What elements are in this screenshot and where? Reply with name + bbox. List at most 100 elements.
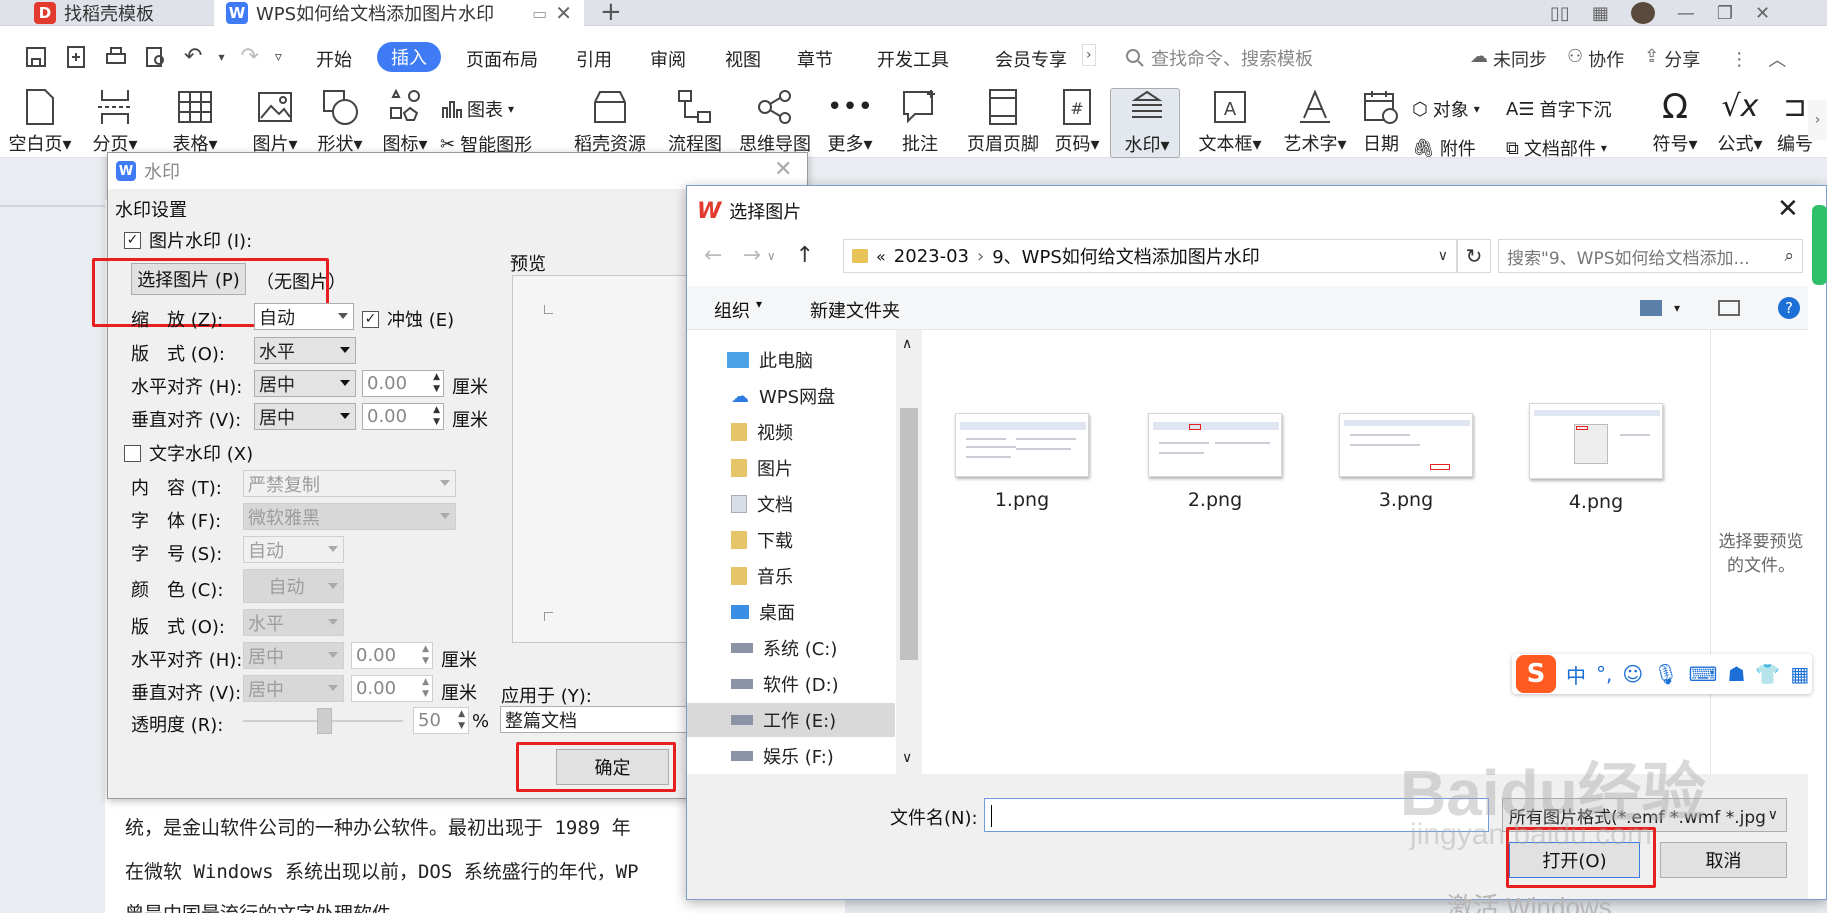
text-vertical-offset-spinner[interactable]: 0.00 ▲ ▼ — [351, 675, 433, 702]
nav-desktop[interactable]: 桌面 — [687, 595, 895, 629]
ribbon-shape[interactable]: 形状▾ — [305, 88, 375, 156]
address-bar[interactable]: « 2023-03 › 9、WPS如何给文档添加图片水印 ∨ — [843, 239, 1457, 273]
users-icon[interactable]: ☗ — [1727, 662, 1745, 686]
picture-watermark-checkbox[interactable]: ✓ 图片水印 (I): — [124, 227, 252, 253]
nav-music[interactable]: 音乐 — [687, 559, 895, 593]
scroll-up-icon[interactable]: ∧ — [902, 336, 912, 352]
apply-to-select[interactable]: 整篇文档 — [500, 706, 687, 733]
menu-view[interactable]: 视图 — [725, 46, 761, 72]
horizontal-offset-spinner[interactable]: 0.00 ▲ ▼ — [362, 370, 444, 397]
new-tab-button[interactable]: + — [600, 0, 622, 27]
text-layout-select[interactable]: 水平 — [243, 609, 344, 636]
ime-punctuation[interactable]: °, — [1596, 662, 1612, 686]
ribbon-page-break[interactable]: 分页▾ — [80, 88, 150, 156]
text-vertical-align-select[interactable]: 居中 — [243, 675, 344, 702]
ime-language[interactable]: 中 — [1566, 660, 1586, 689]
nav-drive-f[interactable]: 娱乐 (F:) — [687, 739, 895, 773]
forward-arrow-icon[interactable]: → — [742, 243, 760, 268]
spinner-arrows-icon[interactable]: ▲ ▼ — [422, 643, 429, 667]
layout-icon[interactable]: ▯▯ — [1550, 3, 1570, 24]
help-icon[interactable]: ? — [1778, 297, 1801, 319]
nav-videos[interactable]: 视频 — [687, 415, 895, 449]
menu-chapter[interactable]: 章节 — [797, 46, 833, 72]
horizontal-align-select[interactable]: 居中 — [254, 370, 356, 397]
spinner-arrows-icon[interactable]: ▲ ▼ — [433, 371, 440, 395]
menu-page-layout[interactable]: 页面布局 — [466, 46, 538, 72]
content-select[interactable]: 严禁复制 — [243, 470, 456, 497]
menu-start[interactable]: 开始 — [316, 46, 352, 72]
up-arrow-icon[interactable]: ↑ — [796, 243, 814, 268]
undo-icon[interactable]: ↶ — [184, 44, 202, 69]
nav-this-pc[interactable]: 此电脑 — [687, 343, 895, 377]
ribbon-table[interactable]: 表格▾ — [160, 88, 230, 156]
print-preview-icon[interactable] — [144, 45, 168, 69]
customize-toolbar-icon[interactable]: ▿ — [275, 49, 282, 65]
menu-more-icon[interactable]: › — [1082, 44, 1096, 66]
ribbon-mindmap[interactable]: 思维导图 — [735, 88, 815, 158]
nav-documents[interactable]: 文档 — [687, 487, 895, 521]
color-select[interactable]: 自动 — [243, 569, 344, 603]
command-search[interactable]: 查找命令、搜索模板 — [1125, 45, 1313, 71]
vertical-offset-spinner[interactable]: 0.00 ▲ ▼ — [362, 403, 444, 430]
spinner-arrows-icon[interactable]: ▲ ▼ — [433, 404, 440, 428]
scroll-down-icon[interactable]: ∨ — [902, 750, 912, 766]
file-item-1[interactable]: 1.png — [955, 413, 1089, 511]
nav-scrollbar[interactable]: ∧ ∨ — [896, 330, 922, 774]
collab-button[interactable]: ⚇ 协作 — [1567, 46, 1624, 72]
ribbon-page-number[interactable]: # 页码▾ — [1042, 88, 1112, 156]
tab-current-document[interactable]: W WPS如何给文档添加图片水印 ▭ ✕ — [214, 0, 584, 26]
collapse-ribbon-icon[interactable]: ︿ — [1768, 46, 1786, 72]
nav-drive-c[interactable]: 系统 (C:) — [687, 631, 895, 665]
breadcrumb-2023-03[interactable]: 2023-03 — [894, 246, 969, 267]
undo-dropdown-icon[interactable]: ▾ — [218, 50, 224, 64]
recent-dropdown-icon[interactable]: ∨ — [767, 249, 776, 263]
ribbon-chart[interactable]: 图表 ▾ — [440, 96, 514, 122]
cancel-button[interactable]: 取消 — [1660, 842, 1787, 878]
organize-button[interactable]: 组织 ▾ — [714, 297, 762, 323]
vertical-align-select[interactable]: 居中 — [254, 403, 356, 430]
menu-references[interactable]: 引用 — [576, 46, 612, 72]
close-window-icon[interactable]: ✕ — [1755, 3, 1770, 24]
maximize-icon[interactable]: ❐ — [1717, 3, 1733, 24]
back-arrow-icon[interactable]: ← — [704, 243, 722, 268]
menu-review[interactable]: 审阅 — [650, 46, 686, 72]
output-pdf-icon[interactable] — [64, 45, 88, 69]
new-folder-button[interactable]: 新建文件夹 — [810, 297, 900, 323]
print-icon[interactable] — [104, 45, 128, 69]
skin-icon[interactable]: 👕 — [1755, 662, 1780, 686]
preview-pane-icon[interactable] — [1718, 300, 1741, 316]
spinner-arrows-icon[interactable]: ▲ ▼ — [458, 708, 465, 732]
spinner-arrows-icon[interactable]: ▲ ▼ — [422, 676, 429, 700]
ribbon-icons[interactable]: 图标▾ — [370, 88, 440, 156]
opacity-spinner[interactable]: 50 ▲ ▼ — [413, 707, 469, 734]
redo-icon[interactable]: ↷ — [240, 44, 258, 69]
size-select[interactable]: 自动 — [243, 536, 344, 563]
menu-developer[interactable]: 开发工具 — [877, 46, 949, 72]
avatar[interactable] — [1630, 2, 1655, 24]
dialog-close-icon[interactable]: ✕ — [774, 157, 792, 182]
opacity-slider-thumb[interactable] — [317, 708, 332, 734]
ribbon-flowchart[interactable]: 流程图 — [660, 88, 730, 158]
file-item-4[interactable]: 4.png — [1529, 403, 1663, 513]
nav-scrollbar-thumb[interactable] — [900, 408, 918, 660]
ribbon-header-footer[interactable]: 页眉页脚 — [963, 88, 1043, 156]
text-horizontal-align-select[interactable]: 居中 — [243, 642, 344, 669]
tab-docer-templates[interactable]: D 找稻壳模板 — [22, 0, 212, 26]
address-dropdown-icon[interactable]: ∨ — [1438, 248, 1448, 264]
view-dropdown-icon[interactable]: ▾ — [1674, 301, 1680, 315]
text-horizontal-offset-spinner[interactable]: 0.00 ▲ ▼ — [351, 642, 433, 669]
ribbon-comment[interactable]: 批注 — [885, 88, 955, 156]
sync-button[interactable]: ☁ 未同步 — [1470, 46, 1547, 72]
tab-close-icon[interactable]: ✕ — [555, 1, 572, 25]
nav-drive-e[interactable]: 工作 (E:) — [687, 703, 895, 737]
emoji-icon[interactable]: ☺ — [1622, 662, 1643, 686]
share-button[interactable]: ⇪ 分享 — [1644, 46, 1700, 72]
washout-checkbox[interactable]: ✓ 冲蚀 (E) — [362, 306, 454, 332]
layout-select[interactable]: 水平 — [254, 337, 356, 364]
ribbon-blank-page[interactable]: 空白页▾ — [5, 88, 75, 156]
side-scroll-indicator[interactable] — [1812, 205, 1827, 285]
breadcrumb-current-folder[interactable]: 9、WPS如何给文档添加图片水印 — [992, 243, 1260, 269]
refresh-icon[interactable]: ↻ — [1457, 239, 1491, 273]
keyboard-icon[interactable]: ⌨ — [1689, 662, 1718, 686]
ribbon-date[interactable]: 日期 — [1346, 88, 1416, 156]
